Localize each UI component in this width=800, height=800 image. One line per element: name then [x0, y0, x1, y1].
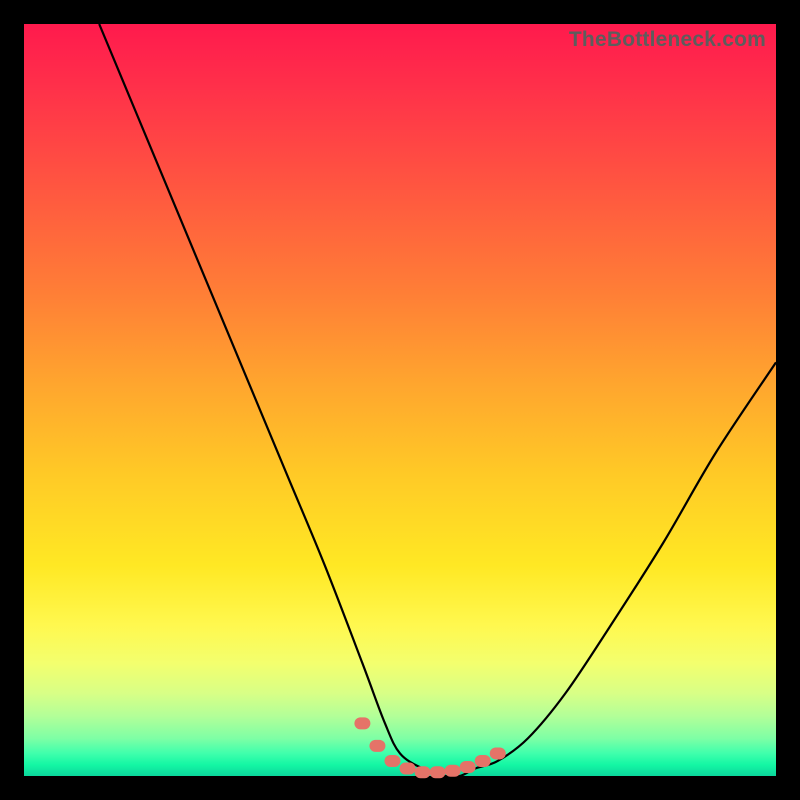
highlight-dot [384, 755, 400, 767]
plot-area: TheBottleneck.com [24, 24, 776, 776]
highlight-dot [354, 717, 370, 729]
highlight-dot [445, 765, 461, 777]
highlight-dot [430, 766, 446, 778]
highlight-dot [490, 747, 506, 759]
highlight-markers [354, 717, 505, 778]
bottleneck-curve [99, 24, 776, 777]
highlight-dot [475, 755, 491, 767]
highlight-dot [400, 762, 416, 774]
highlight-dot [415, 766, 431, 778]
outer-frame: TheBottleneck.com [0, 0, 800, 800]
chart-svg [24, 24, 776, 776]
highlight-dot [369, 740, 385, 752]
highlight-dot [460, 761, 476, 773]
